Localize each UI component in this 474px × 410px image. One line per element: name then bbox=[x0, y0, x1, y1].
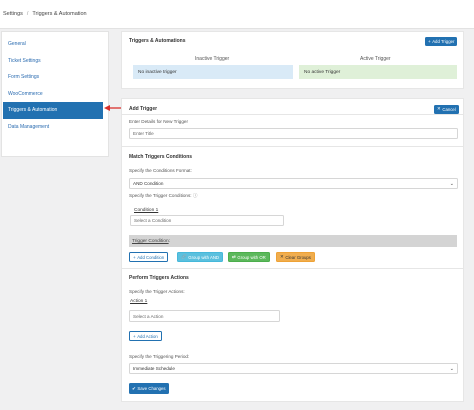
active-trigger-header: Active Trigger bbox=[360, 56, 391, 62]
conditions-format-select[interactable]: AND Condition ⌄ bbox=[129, 178, 458, 189]
breadcrumb: Settings / Triggers & Automation bbox=[3, 11, 87, 17]
sidebar-item-triggers-automation[interactable]: Triggers & Automation bbox=[3, 102, 103, 119]
group-with-or-button[interactable]: ⇄ Group with OR bbox=[228, 252, 270, 262]
actions-label: Specify the Trigger Actions: bbox=[129, 289, 185, 294]
divider bbox=[122, 146, 463, 147]
top-bar: Settings / Triggers & Automation bbox=[0, 0, 474, 29]
group-with-and-button[interactable]: 🔗 Group with AND bbox=[177, 252, 224, 262]
breadcrumb-current: Triggers & Automation bbox=[32, 11, 87, 17]
trigger-condition-bar: Trigger Condition: bbox=[129, 235, 457, 247]
save-changes-button[interactable]: ✔ Save Changes bbox=[129, 383, 169, 394]
inactive-trigger-list: No inactive trigger bbox=[133, 65, 293, 79]
plus-icon: + bbox=[133, 333, 136, 339]
trigger-condition-label: Trigger Condition bbox=[132, 238, 169, 244]
divider bbox=[122, 268, 463, 269]
chevron-down-icon: ⌄ bbox=[449, 181, 454, 187]
chevron-down-icon: ⌄ bbox=[449, 366, 454, 372]
triggers-panel-title: Triggers & Automations bbox=[129, 38, 186, 44]
breadcrumb-settings[interactable]: Settings bbox=[3, 11, 23, 17]
format-label: Specify the Conditions Format: bbox=[129, 168, 192, 173]
add-action-button[interactable]: + Add Action bbox=[129, 331, 162, 341]
arrows-icon: ⇄ bbox=[232, 254, 236, 259]
check-icon: ✔ bbox=[132, 385, 136, 391]
trigger-title-input[interactable]: Enter Title bbox=[129, 128, 458, 139]
sidebar-item-woocommerce[interactable]: WooCommerce bbox=[2, 86, 108, 103]
action-1-label: Action 1 bbox=[130, 299, 148, 304]
cancel-button[interactable]: ✕ Cancel bbox=[434, 105, 459, 114]
sidebar-item-form-settings[interactable]: Form Settings bbox=[2, 69, 108, 86]
clear-groups-button[interactable]: ✕ Clear Groups bbox=[276, 252, 315, 262]
conditions-section-title: Match Triggers Conditions bbox=[129, 154, 193, 160]
conditions-label: Specify the Trigger Conditions: ⓘ bbox=[129, 193, 198, 198]
active-trigger-list: No active Trigger bbox=[299, 65, 457, 79]
condition-1-label: Condition 1 bbox=[134, 208, 159, 213]
add-trigger-panel: Add Trigger ✕ Cancel Enter Details for N… bbox=[121, 98, 464, 402]
divider bbox=[122, 114, 463, 115]
inactive-trigger-header: Inactive Trigger bbox=[195, 56, 230, 62]
add-trigger-button[interactable]: + Add Trigger bbox=[425, 37, 458, 46]
info-icon: ⓘ bbox=[192, 193, 198, 198]
sidebar-item-general[interactable]: General bbox=[2, 36, 108, 53]
link-icon: 🔗 bbox=[181, 254, 187, 259]
action-select[interactable]: Select a Action bbox=[129, 310, 280, 322]
close-icon: ✕ bbox=[280, 254, 284, 259]
plus-icon: + bbox=[133, 254, 136, 260]
sidebar-item-data-management[interactable]: Data Management bbox=[2, 119, 108, 136]
add-trigger-title: Add Trigger bbox=[129, 106, 158, 112]
details-label: Enter Details for New Trigger bbox=[129, 119, 188, 124]
period-label: Specify the Triggering Period: bbox=[129, 354, 190, 359]
condition-select[interactable]: Select a Condition bbox=[130, 215, 284, 226]
settings-sidebar: General Ticket Settings Form Settings Wo… bbox=[1, 31, 109, 157]
triggering-period-select[interactable]: Immediate Schedule ⌄ bbox=[129, 363, 458, 374]
plus-icon: + bbox=[428, 38, 431, 44]
breadcrumb-separator: / bbox=[26, 11, 29, 17]
add-condition-button[interactable]: + Add Condition bbox=[129, 252, 169, 262]
actions-section-title: Perform Triggers Actions bbox=[129, 275, 189, 281]
close-icon: ✕ bbox=[437, 106, 441, 112]
triggers-panel: Triggers & Automations + Add Trigger Ina… bbox=[121, 31, 464, 89]
sidebar-item-ticket-settings[interactable]: Ticket Settings bbox=[2, 53, 108, 70]
